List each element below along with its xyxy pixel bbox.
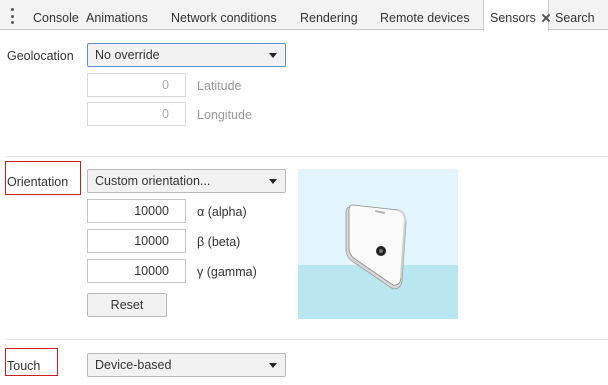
more-options-icon[interactable] — [5, 8, 19, 24]
touch-label: Touch — [7, 359, 41, 373]
orientation-select-value: Custom orientation... — [95, 174, 211, 188]
touch-select[interactable]: Device-based — [87, 353, 286, 377]
chevron-down-icon — [269, 179, 277, 184]
longitude-input: 0 — [87, 102, 186, 126]
tab-console[interactable]: Console — [33, 0, 79, 30]
tab-search[interactable]: Search — [555, 0, 595, 30]
alpha-label: α (alpha) — [197, 205, 247, 219]
tab-animations[interactable]: Animations — [86, 0, 148, 30]
tab-network-conditions[interactable]: Network conditions — [171, 0, 277, 30]
section-divider — [6, 156, 608, 157]
tab-remote-devices[interactable]: Remote devices — [380, 0, 470, 30]
close-icon[interactable] — [542, 14, 550, 22]
phone-device-icon — [345, 204, 407, 290]
drawer-tab-bar: Console Animations Network conditions Re… — [0, 0, 608, 31]
touch-select-value: Device-based — [95, 358, 172, 372]
geolocation-label: Geolocation — [7, 49, 74, 63]
reset-button[interactable]: Reset — [87, 293, 167, 317]
tab-sensors[interactable]: Sensors — [483, 0, 549, 31]
latitude-label: Latitude — [197, 79, 242, 93]
latitude-input: 0 — [87, 73, 186, 97]
tab-rendering[interactable]: Rendering — [300, 0, 358, 30]
orientation-select[interactable]: Custom orientation... — [87, 169, 286, 193]
chevron-down-icon — [269, 53, 277, 58]
section-divider — [6, 339, 608, 340]
beta-label: β (beta) — [197, 235, 241, 249]
alpha-input[interactable]: 10000 — [87, 199, 186, 223]
geolocation-select[interactable]: No override — [87, 43, 286, 67]
gamma-label: γ (gamma) — [197, 265, 257, 279]
beta-input[interactable]: 10000 — [87, 229, 186, 253]
orientation-label: Orientation — [7, 175, 69, 189]
gamma-input[interactable]: 10000 — [87, 259, 186, 283]
orientation-preview[interactable] — [298, 169, 458, 319]
longitude-label: Longitude — [197, 108, 252, 122]
geolocation-select-value: No override — [95, 48, 160, 62]
chevron-down-icon — [269, 363, 277, 368]
tab-sensors-label: Sensors — [490, 11, 536, 25]
